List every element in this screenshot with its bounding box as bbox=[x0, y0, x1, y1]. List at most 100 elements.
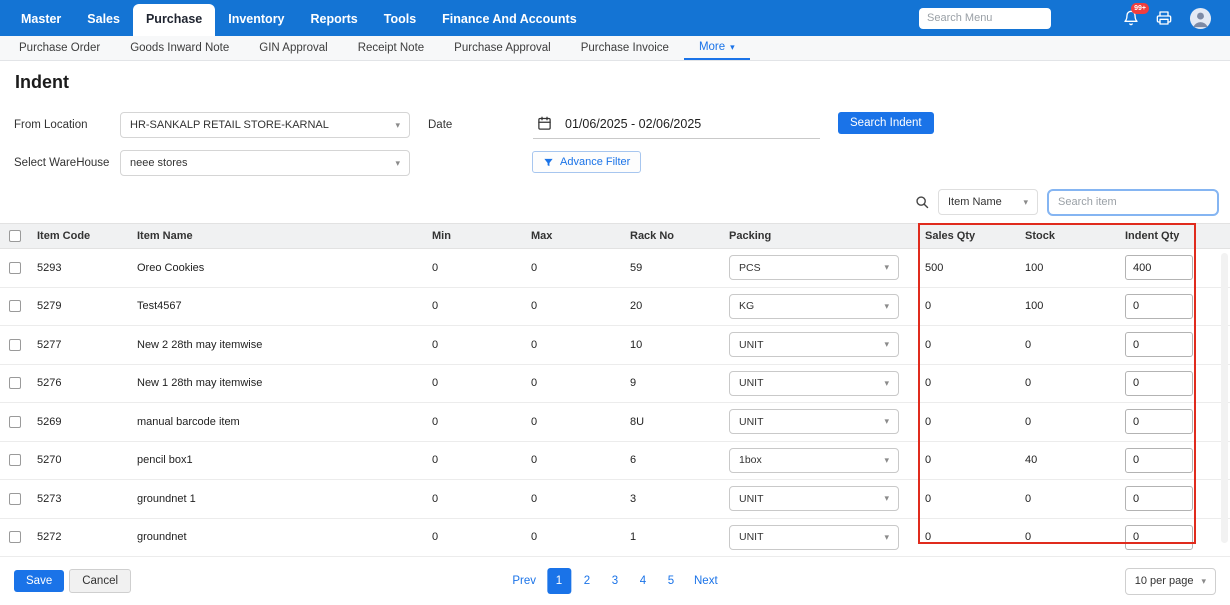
nav-item-tools[interactable]: Tools bbox=[371, 3, 429, 36]
subnav-item-goods-inward-note[interactable]: Goods Inward Note bbox=[115, 36, 244, 60]
item-search-input[interactable] bbox=[1047, 189, 1219, 216]
header-item-code: Item Code bbox=[30, 230, 130, 242]
indent-qty-input[interactable] bbox=[1125, 409, 1193, 434]
stock-cell: 0 bbox=[1018, 493, 1118, 505]
chevron-down-icon: ▾ bbox=[1023, 198, 1028, 207]
row-checkbox[interactable] bbox=[9, 377, 21, 389]
max-cell: 0 bbox=[524, 493, 623, 505]
stock-cell: 0 bbox=[1018, 339, 1118, 351]
pagination-page-2[interactable]: 2 bbox=[575, 568, 599, 594]
table-row: 5293 Oreo Cookies 0 0 59 PCS ▾ 500 100 bbox=[0, 249, 1230, 288]
page-title-bar: Indent bbox=[0, 61, 1230, 101]
chevron-down-icon: ▾ bbox=[395, 121, 400, 130]
from-location-select[interactable]: HR-SANKALP RETAIL STORE-KARNAL ▾ bbox=[120, 112, 410, 138]
sales-qty-cell: 0 bbox=[918, 377, 1018, 389]
nav-item-master[interactable]: Master bbox=[8, 3, 74, 36]
chevron-down-icon: ▾ bbox=[1201, 577, 1206, 586]
packing-value: UNIT bbox=[739, 339, 764, 351]
packing-select[interactable]: UNIT ▾ bbox=[729, 332, 899, 357]
stock-cell: 0 bbox=[1018, 531, 1118, 543]
nav-item-inventory[interactable]: Inventory bbox=[215, 3, 297, 36]
packing-select[interactable]: UNIT ▾ bbox=[729, 525, 899, 550]
subnav-item-purchase-order[interactable]: Purchase Order bbox=[4, 36, 115, 60]
filter-funnel-icon bbox=[543, 157, 554, 168]
packing-select[interactable]: UNIT ▾ bbox=[729, 409, 899, 434]
row-checkbox[interactable] bbox=[9, 339, 21, 351]
row-checkbox[interactable] bbox=[9, 416, 21, 428]
pagination-next[interactable]: Next bbox=[687, 570, 725, 592]
date-range-input[interactable]: 01/06/2025 - 02/06/2025 bbox=[533, 109, 820, 139]
packing-select[interactable]: 1box ▾ bbox=[729, 448, 899, 473]
chevron-down-icon: ▾ bbox=[884, 379, 889, 388]
packing-value: PCS bbox=[739, 262, 761, 274]
packing-select[interactable]: UNIT ▾ bbox=[729, 486, 899, 511]
header-rack-no: Rack No bbox=[623, 230, 722, 242]
page-footer: Save Cancel Prev 1 2 3 4 5 Next 10 per p… bbox=[0, 557, 1230, 605]
select-all-checkbox[interactable] bbox=[9, 230, 21, 242]
rack-no-cell: 3 bbox=[623, 493, 722, 505]
min-cell: 0 bbox=[425, 262, 524, 274]
nav-item-reports[interactable]: Reports bbox=[298, 3, 371, 36]
indent-qty-input[interactable] bbox=[1125, 255, 1193, 280]
row-checkbox[interactable] bbox=[9, 493, 21, 505]
warehouse-select[interactable]: neee stores ▾ bbox=[120, 150, 410, 176]
purchase-subnav: Purchase Order Goods Inward Note GIN App… bbox=[0, 36, 1230, 61]
search-indent-button[interactable]: Search Indent bbox=[838, 112, 934, 134]
notification-bell-icon[interactable]: 99+ bbox=[1123, 10, 1139, 26]
list-search-row: Item Name ▾ bbox=[0, 187, 1230, 223]
indent-qty-input[interactable] bbox=[1125, 371, 1193, 396]
min-cell: 0 bbox=[425, 377, 524, 389]
row-checkbox[interactable] bbox=[9, 454, 21, 466]
packing-value: KG bbox=[739, 300, 754, 312]
nav-item-purchase[interactable]: Purchase bbox=[133, 4, 215, 36]
sales-qty-cell: 0 bbox=[918, 531, 1018, 543]
stock-cell: 0 bbox=[1018, 377, 1118, 389]
pagination-page-4[interactable]: 4 bbox=[631, 568, 655, 594]
row-checkbox[interactable] bbox=[9, 262, 21, 274]
indent-table: Item Code Item Name Min Max Rack No Pack… bbox=[0, 223, 1230, 557]
subnav-item-purchase-invoice[interactable]: Purchase Invoice bbox=[566, 36, 684, 60]
item-name-cell: Oreo Cookies bbox=[130, 262, 425, 274]
indent-qty-input[interactable] bbox=[1125, 294, 1193, 319]
indent-qty-input[interactable] bbox=[1125, 332, 1193, 357]
min-cell: 0 bbox=[425, 339, 524, 351]
printer-icon[interactable] bbox=[1156, 10, 1172, 26]
subnav-item-receipt-note[interactable]: Receipt Note bbox=[343, 36, 439, 60]
subnav-item-gin-approval[interactable]: GIN Approval bbox=[244, 36, 342, 60]
subnav-item-more[interactable]: More ▾ bbox=[684, 36, 750, 60]
sales-qty-cell: 0 bbox=[918, 300, 1018, 312]
row-checkbox[interactable] bbox=[9, 300, 21, 312]
item-name-cell: manual barcode item bbox=[130, 416, 425, 428]
nav-item-finance-and-accounts[interactable]: Finance And Accounts bbox=[429, 3, 590, 36]
menu-search-input[interactable] bbox=[919, 8, 1051, 29]
pagination-page-1[interactable]: 1 bbox=[547, 568, 571, 594]
search-field-select[interactable]: Item Name ▾ bbox=[938, 189, 1038, 215]
packing-select[interactable]: PCS ▾ bbox=[729, 255, 899, 280]
packing-select[interactable]: UNIT ▾ bbox=[729, 371, 899, 396]
page-size-select[interactable]: 10 per page ▾ bbox=[1125, 568, 1216, 595]
search-icon bbox=[915, 195, 929, 209]
top-navbar: Master Sales Purchase Inventory Reports … bbox=[0, 0, 1230, 36]
rack-no-cell: 1 bbox=[623, 531, 722, 543]
pagination-page-5[interactable]: 5 bbox=[659, 568, 683, 594]
pagination-page-3[interactable]: 3 bbox=[603, 568, 627, 594]
row-checkbox[interactable] bbox=[9, 531, 21, 543]
subnav-item-purchase-approval[interactable]: Purchase Approval bbox=[439, 36, 566, 60]
header-min: Min bbox=[425, 230, 524, 242]
indent-qty-input[interactable] bbox=[1125, 486, 1193, 511]
indent-qty-input[interactable] bbox=[1125, 448, 1193, 473]
max-cell: 0 bbox=[524, 377, 623, 389]
item-code-cell: 5273 bbox=[30, 493, 130, 505]
advance-filter-button[interactable]: Advance Filter bbox=[532, 151, 641, 173]
packing-select[interactable]: KG ▾ bbox=[729, 294, 899, 319]
table-scrollbar[interactable] bbox=[1221, 253, 1228, 543]
table-row: 5272 groundnet 0 0 1 UNIT ▾ 0 0 bbox=[0, 519, 1230, 558]
indent-qty-input[interactable] bbox=[1125, 525, 1193, 550]
max-cell: 0 bbox=[524, 262, 623, 274]
user-avatar[interactable] bbox=[1189, 7, 1212, 30]
pagination-prev[interactable]: Prev bbox=[505, 570, 543, 592]
cancel-button[interactable]: Cancel bbox=[69, 569, 131, 593]
nav-item-sales[interactable]: Sales bbox=[74, 3, 133, 36]
date-range-value: 01/06/2025 - 02/06/2025 bbox=[565, 117, 701, 131]
save-button[interactable]: Save bbox=[14, 570, 64, 592]
